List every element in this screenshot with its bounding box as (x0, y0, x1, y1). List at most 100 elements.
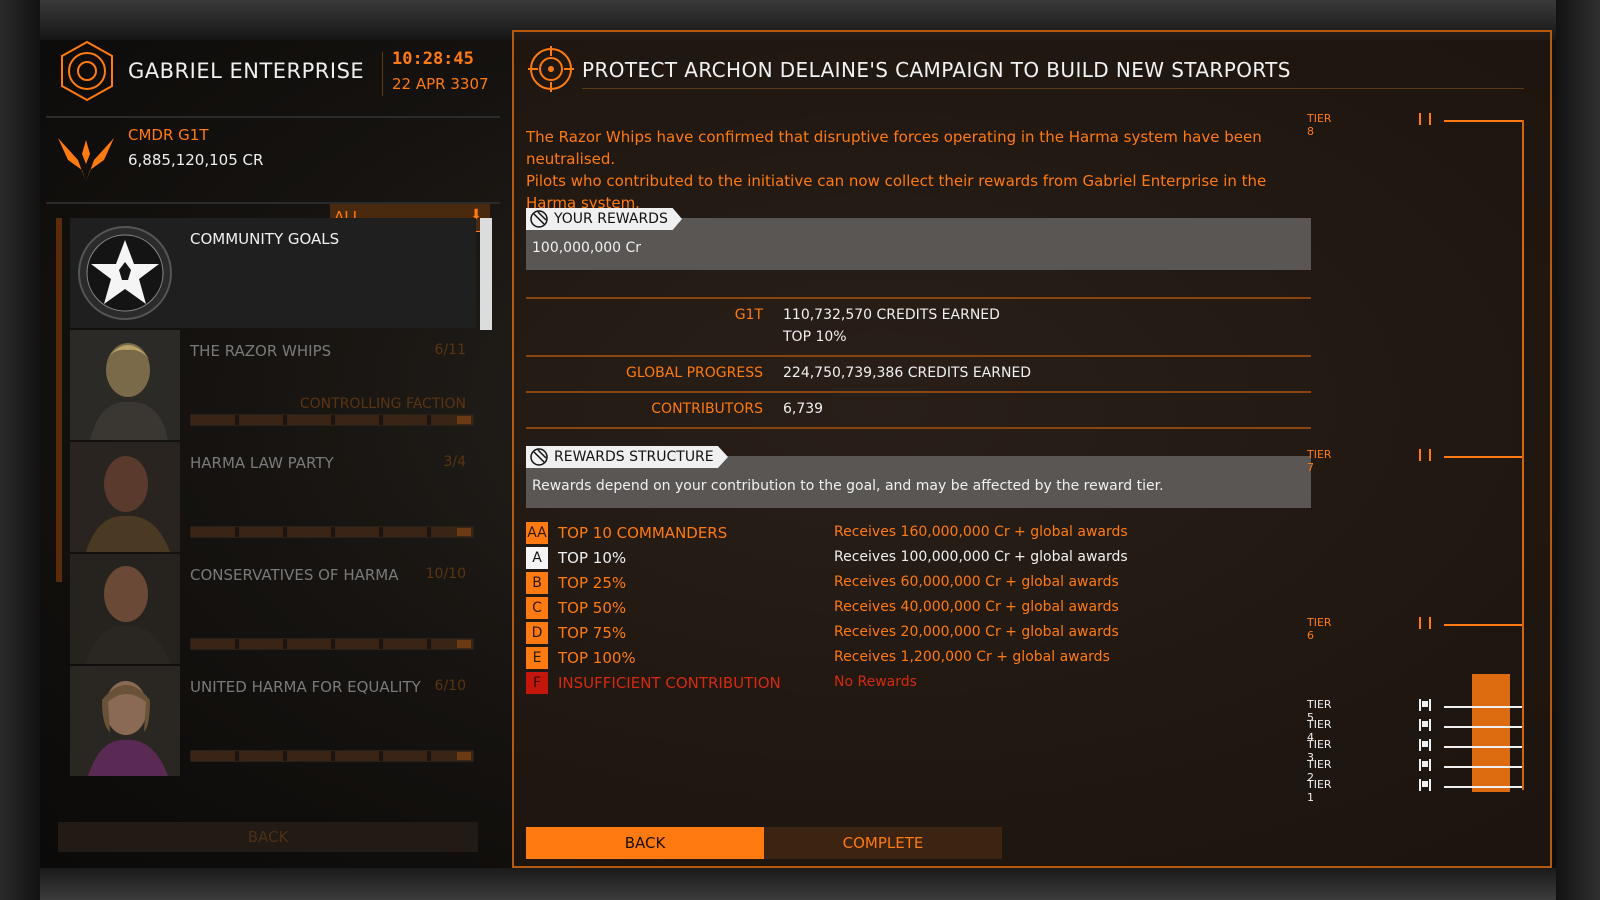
player-label: G1T (734, 307, 763, 323)
mission-description: The Razor Whips have confirmed that disr… (526, 126, 1292, 214)
mission-title: PROTECT ARCHON DELAINE'S CAMPAIGN TO BUI… (582, 58, 1291, 82)
title-underline (582, 88, 1524, 89)
tier-line (1444, 120, 1522, 122)
tier-checkbox-filled-icon (1419, 779, 1431, 791)
tier-reward: Receives 100,000,000 Cr + global awards (834, 549, 1128, 565)
goal-title: UNITED HARMA FOR EQUALITY (190, 678, 421, 696)
background-frame-left (0, 0, 40, 900)
rewards-structure-tag: REWARDS STRUCTURE (526, 446, 728, 468)
tier-checkbox-filled-icon (1419, 739, 1431, 751)
goal-item-harma-law-party[interactable]: HARMA LAW PARTY 3/4 (70, 442, 476, 552)
tier-grade-badge: D (526, 622, 548, 644)
rewards-emblem-icon (530, 210, 548, 228)
tier-name: TOP 100% (558, 649, 636, 667)
tier-reward: Receives 1,200,000 Cr + global awards (834, 649, 1110, 665)
rewards-emblem-icon (530, 448, 548, 466)
goal-item-community-goals[interactable]: COMMUNITY GOALS (70, 218, 476, 328)
player-credits-earned: 110,732,570 CREDITS EARNED (783, 307, 1000, 323)
tier-checkbox-empty-icon (1419, 449, 1431, 461)
background-frame-bottom (0, 868, 1600, 900)
back-button[interactable]: BACK (526, 827, 764, 859)
rewards-value: 100,000,000 Cr (532, 240, 642, 256)
tier-grade-badge: B (526, 572, 548, 594)
contributors-row: CONTRIBUTORS 6,739 (526, 391, 1311, 429)
tier-line (1444, 726, 1522, 728)
tier-reward: Receives 160,000,000 Cr + global awards (834, 524, 1128, 540)
clock-time: 10:28:45 (392, 49, 474, 69)
reward-tier-row: AA TOP 10 COMMANDERS Receives 160,000,00… (526, 522, 1311, 547)
clock-date: 22 APR 3307 (392, 75, 489, 93)
tier-label: TIER 7 (1307, 448, 1332, 474)
tier-name: TOP 50% (558, 599, 627, 617)
tier-line (1444, 746, 1522, 748)
reward-tier-row-current: A TOP 10% Receives 100,000,000 Cr + glob… (526, 547, 1311, 572)
tier-achieved-fill (1472, 674, 1510, 792)
goal-title: THE RAZOR WHIPS (190, 342, 332, 360)
tier-label: TIER 8 (1307, 112, 1332, 138)
station-panel: GABRIEL ENTERPRISE 10:28:45 22 APR 3307 … (46, 32, 500, 867)
faction-leader-portrait (70, 330, 180, 440)
tier-label: TIER 1 (1307, 778, 1332, 804)
tier-line (1444, 786, 1522, 788)
faction-leader-portrait (70, 442, 180, 552)
list-accent-bar (56, 218, 62, 582)
goal-title: CONSERVATIVES OF HARMA (190, 566, 399, 584)
tier-grade-badge: F (526, 672, 548, 694)
description-paragraph: Pilots who contributed to the initiative… (526, 172, 1267, 212)
rewards-structure-text: Rewards depend on your contribution to t… (532, 478, 1164, 494)
global-progress-label: GLOBAL PROGRESS (626, 365, 763, 381)
community-goals-star-icon (70, 218, 180, 328)
goal-item-razor-whips[interactable]: THE RAZOR WHIPS 6/11 CONTROLLING FACTION (70, 330, 476, 440)
goal-progress-bar (190, 638, 474, 650)
tier-name: TOP 10 COMMANDERS (558, 524, 728, 542)
goal-count: 6/10 (434, 678, 466, 694)
faction-leader-portrait (70, 554, 180, 664)
goal-progress-bar (190, 526, 474, 538)
goal-count: 10/10 (425, 566, 466, 582)
mission-detail-panel: PROTECT ARCHON DELAINE'S CAMPAIGN TO BUI… (512, 30, 1552, 868)
player-contribution-row: G1T 110,732,570 CREDITS EARNED TOP 10% (526, 297, 1311, 355)
tier-reward: No Rewards (834, 674, 917, 690)
reward-tier-row: C TOP 50% Receives 40,000,000 Cr + globa… (526, 597, 1311, 622)
goal-subtitle: CONTROLLING FACTION (299, 396, 466, 412)
goal-count: 3/4 (443, 454, 466, 470)
reward-tier-row: D TOP 75% Receives 20,000,000 Cr + globa… (526, 622, 1311, 647)
goal-progress-bar (190, 750, 474, 762)
left-back-button[interactable]: BACK (58, 822, 478, 852)
tier-grade-badge: E (526, 647, 548, 669)
tier-name: TOP 25% (558, 574, 627, 592)
goal-list-scrollbar[interactable] (480, 218, 492, 330)
global-progress-row: GLOBAL PROGRESS 224,750,739,386 CREDITS … (526, 355, 1311, 391)
description-paragraph: The Razor Whips have confirmed that disr… (526, 128, 1262, 168)
tier-reward: Receives 40,000,000 Cr + global awards (834, 599, 1119, 615)
tier-checkbox-empty-icon (1419, 617, 1431, 629)
tier-reward: Receives 20,000,000 Cr + global awards (834, 624, 1119, 640)
tier-name: TOP 75% (558, 624, 627, 642)
goal-item-conservatives-of-harma[interactable]: CONSERVATIVES OF HARMA 10/10 (70, 554, 476, 664)
reward-tier-row-insufficient: F INSUFFICIENT CONTRIBUTION No Rewards (526, 672, 1311, 697)
goal-title: HARMA LAW PARTY (190, 454, 334, 472)
station-logo-icon (61, 40, 113, 102)
contributors-value: 6,739 (783, 401, 824, 417)
faction-leader-portrait (70, 666, 180, 776)
complete-button[interactable]: COMPLETE (764, 827, 1002, 859)
header-divider (382, 52, 383, 96)
goal-count: 6/11 (434, 342, 466, 358)
tier-name: INSUFFICIENT CONTRIBUTION (558, 674, 781, 692)
tier-line (1444, 456, 1522, 458)
commander-info: CMDR G1T 6,885,120,105 CR ALL ⬇ (46, 116, 500, 232)
goal-item-united-harma-for-equality[interactable]: UNITED HARMA FOR EQUALITY 6/10 (70, 666, 476, 776)
tier-line (1444, 624, 1522, 626)
global-progress-value: 224,750,739,386 CREDITS EARNED (783, 365, 1032, 381)
rank-wings-icon (58, 138, 114, 182)
tier-checkbox-filled-icon (1419, 759, 1431, 771)
tier-checkbox-empty-icon (1419, 113, 1431, 125)
rewards-structure-label: REWARDS STRUCTURE (554, 449, 714, 465)
player-rank: TOP 10% (783, 329, 847, 345)
community-goal-list: COMMUNITY GOALS THE RAZOR WHIPS 6/11 CON… (56, 218, 492, 796)
goal-progress-bar (190, 414, 474, 426)
tier-grade-badge: A (526, 547, 548, 569)
tier-reward: Receives 60,000,000 Cr + global awards (834, 574, 1119, 590)
your-rewards-tag: YOUR REWARDS (526, 208, 682, 230)
tier-checkbox-filled-icon (1419, 719, 1431, 731)
